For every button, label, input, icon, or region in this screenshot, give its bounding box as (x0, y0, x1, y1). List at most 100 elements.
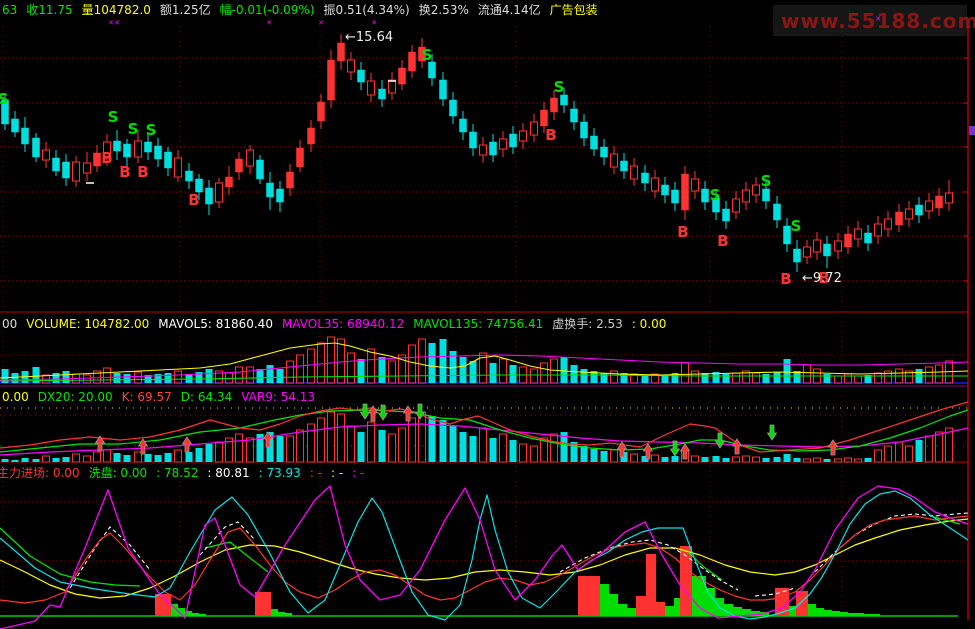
volume-bar (570, 365, 578, 383)
sell-marker: S (761, 172, 772, 190)
candle (783, 225, 791, 245)
volume-bar (691, 370, 699, 384)
candle (317, 101, 325, 122)
bottom-bar (199, 614, 206, 616)
candle (701, 188, 709, 203)
indicator-bar (83, 455, 91, 463)
volume-stat-2: MAVOL5: 81860.40 (158, 317, 273, 331)
indicator-bar (630, 453, 638, 463)
volume-stat-3: MAVOL35: 68940.12 (281, 317, 405, 331)
signal-dot: ✕ (266, 19, 272, 27)
candle (11, 118, 19, 133)
bottom-bar (600, 584, 609, 616)
bottom-bar (680, 546, 692, 616)
bottom-bar (733, 607, 742, 616)
indicator-bar (347, 425, 355, 463)
volume-bar (276, 369, 284, 383)
volume-bar (428, 343, 436, 383)
candle (752, 184, 760, 196)
bottom-green-line (204, 541, 269, 573)
quote-stat-5: 振0.51(4.34%) (323, 3, 410, 17)
volume-bar (408, 344, 416, 384)
indicator-bar (762, 458, 770, 462)
volume-bar (62, 371, 70, 383)
candle (205, 187, 213, 205)
indicator-bar (925, 435, 933, 463)
indicator-bar (651, 454, 659, 463)
bottom-yellow-line (0, 518, 969, 599)
volume-bar (773, 372, 781, 383)
volume-bar (378, 357, 386, 383)
buy-marker: B (119, 163, 130, 181)
sell-marker: S (128, 120, 139, 138)
candle (813, 239, 821, 253)
indicator-bar (732, 456, 740, 463)
candle (570, 108, 578, 123)
candle (600, 146, 608, 158)
quote-stat-2: 量104782.0 (81, 3, 151, 17)
volume-bar (307, 348, 315, 384)
indicator-bar (895, 441, 903, 463)
volume-bar (103, 367, 111, 384)
candle (895, 211, 903, 226)
candle (691, 178, 699, 192)
candle (256, 159, 264, 180)
candle (367, 80, 375, 96)
signal-dot: ✕ (108, 19, 114, 27)
indicator-bar (671, 456, 679, 462)
volume-bar (266, 365, 274, 383)
candle (773, 203, 781, 221)
buy-arrow-icon (827, 439, 839, 456)
volume-bar (459, 357, 467, 383)
bottom-bar (856, 613, 864, 616)
indicator-bar (134, 451, 142, 463)
indicator-bar (367, 421, 375, 463)
volume-bar (499, 358, 507, 384)
indicator-bar (164, 453, 172, 462)
indicator-bar (590, 449, 598, 462)
indicator-bar (459, 432, 467, 462)
candle (378, 88, 386, 100)
volume-bar (205, 369, 213, 383)
candle (915, 204, 923, 216)
scroll-slider[interactable] (969, 126, 975, 135)
candle (742, 189, 750, 203)
bottom-bar (636, 596, 646, 616)
candle (215, 182, 223, 203)
sell-marker: S (554, 78, 565, 96)
indicator-bar (499, 433, 507, 463)
buy-marker: B (188, 191, 199, 209)
volume-bar (185, 374, 193, 383)
sell-arrow-icon (359, 403, 371, 420)
candle (864, 232, 872, 244)
indicator-bar (235, 433, 243, 463)
candle (296, 147, 304, 168)
candle (164, 151, 172, 169)
candle (276, 188, 284, 203)
indicator-bar (21, 458, 29, 462)
sell-marker: S (146, 121, 157, 139)
indicator-bar (398, 427, 406, 463)
bottom-bar (278, 612, 285, 616)
indicator-bar (661, 457, 669, 462)
signal-dot: ✕ (371, 19, 377, 27)
buy-marker: B (717, 232, 728, 250)
indicator-bar (1, 459, 9, 462)
candle (630, 165, 638, 180)
bottom-stat-4: : 73.93 (258, 466, 301, 480)
low-price-label: ←9.72 (802, 271, 842, 286)
indicator-stat-3: D: 64.34 (180, 390, 233, 404)
volume-bar (286, 360, 294, 384)
bottom-indicator-header: 主力进场: 0.00 洗盘: 0.00: 78.52: 80.81: 73.93:… (0, 464, 373, 481)
volume-bar (762, 374, 770, 383)
candle (550, 97, 558, 113)
volume-bar (834, 375, 842, 384)
bottom-bar (872, 614, 880, 616)
candle (337, 42, 345, 62)
indicator-bar (823, 459, 831, 462)
indicator-bar (742, 455, 750, 463)
quote-stat-3: 额1.25亿 (159, 3, 211, 17)
quote-stat-6: 换2.53% (418, 3, 469, 17)
volume-stat-5: 虚换手: 2.53 (552, 317, 623, 331)
candle (935, 195, 943, 209)
